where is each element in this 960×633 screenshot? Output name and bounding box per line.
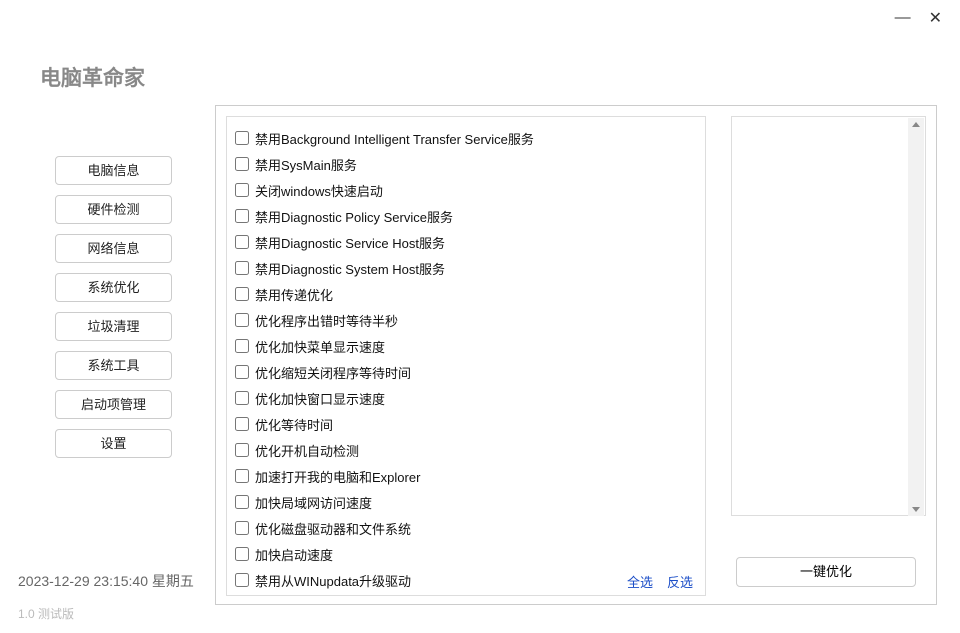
option-row: 优化等待时间 (235, 411, 697, 437)
main-panel: 禁用Background Intelligent Transfer Servic… (215, 105, 937, 605)
option-row: 禁用Diagnostic Service Host服务 (235, 229, 697, 255)
option-checkbox-6[interactable] (235, 287, 249, 301)
option-label: 禁用Diagnostic System Host服务 (255, 259, 445, 278)
option-row: 禁用Diagnostic Policy Service服务 (235, 203, 697, 229)
option-label: 禁用传递优化 (255, 285, 333, 304)
option-row: 禁用Background Intelligent Transfer Servic… (235, 125, 697, 151)
option-label: 加快启动速度 (255, 545, 333, 564)
option-label: 加速打开我的电脑和Explorer (255, 467, 420, 486)
datetime-label: 2023-12-29 23:15:40 星期五 (18, 571, 194, 591)
option-label: 禁用Diagnostic Policy Service服务 (255, 207, 453, 226)
sidebar-item-2[interactable]: 网络信息 (55, 234, 172, 263)
option-checkbox-17[interactable] (235, 573, 249, 587)
option-checkbox-9[interactable] (235, 365, 249, 379)
option-checkbox-15[interactable] (235, 521, 249, 535)
option-checkbox-8[interactable] (235, 339, 249, 353)
list-actions: 全选 反选 (627, 572, 693, 591)
option-checkbox-13[interactable] (235, 469, 249, 483)
option-label: 禁用Diagnostic Service Host服务 (255, 233, 445, 252)
option-row: 禁用Diagnostic System Host服务 (235, 255, 697, 281)
option-label: 优化开机自动检测 (255, 441, 359, 460)
option-label: 优化磁盘驱动器和文件系统 (255, 519, 411, 538)
option-checkbox-10[interactable] (235, 391, 249, 405)
sidebar: 电脑信息硬件检测网络信息系统优化垃圾清理系统工具启动项管理设置 (55, 156, 172, 458)
sidebar-item-6[interactable]: 启动项管理 (55, 390, 172, 419)
option-row: 优化程序出错时等待半秒 (235, 307, 697, 333)
option-checkbox-0[interactable] (235, 131, 249, 145)
option-label: 禁用SysMain服务 (255, 155, 357, 174)
optimize-button[interactable]: 一键优化 (736, 557, 916, 587)
option-label: 优化加快窗口显示速度 (255, 389, 385, 408)
option-row: 优化加快菜单显示速度 (235, 333, 697, 359)
option-checkbox-11[interactable] (235, 417, 249, 431)
option-label: 优化等待时间 (255, 415, 333, 434)
option-label: 禁用从WINupdata升级驱动 (255, 571, 411, 590)
option-label: 关闭windows快速启动 (255, 181, 383, 200)
option-row: 优化缩短关闭程序等待时间 (235, 359, 697, 385)
scrollbar[interactable] (908, 118, 924, 516)
sidebar-item-1[interactable]: 硬件检测 (55, 195, 172, 224)
invert-selection-link[interactable]: 反选 (667, 572, 693, 591)
option-row: 优化磁盘驱动器和文件系统 (235, 515, 697, 541)
version-label: 1.0 测试版 (18, 605, 74, 622)
option-checkbox-12[interactable] (235, 443, 249, 457)
sidebar-item-7[interactable]: 设置 (55, 429, 172, 458)
option-row: 加快局域网访问速度 (235, 489, 697, 515)
minimize-button[interactable]: — (895, 9, 911, 27)
option-checkbox-4[interactable] (235, 235, 249, 249)
app-title: 电脑革命家 (40, 62, 145, 92)
option-row: 关闭windows快速启动 (235, 177, 697, 203)
option-row: 禁用传递优化 (235, 281, 697, 307)
option-row: 优化开机自动检测 (235, 437, 697, 463)
option-checkbox-7[interactable] (235, 313, 249, 327)
option-label: 禁用Background Intelligent Transfer Servic… (255, 129, 534, 148)
option-checkbox-5[interactable] (235, 261, 249, 275)
option-row: 优化加快窗口显示速度 (235, 385, 697, 411)
option-label: 优化程序出错时等待半秒 (255, 311, 398, 330)
titlebar: — ✕ (895, 0, 960, 36)
options-list: 禁用Background Intelligent Transfer Servic… (226, 116, 706, 596)
option-row: 加快启动速度 (235, 541, 697, 567)
option-checkbox-16[interactable] (235, 547, 249, 561)
option-checkbox-1[interactable] (235, 157, 249, 171)
option-checkbox-3[interactable] (235, 209, 249, 223)
option-row: 禁用SysMain服务 (235, 151, 697, 177)
option-label: 优化加快菜单显示速度 (255, 337, 385, 356)
sidebar-item-5[interactable]: 系统工具 (55, 351, 172, 380)
sidebar-item-0[interactable]: 电脑信息 (55, 156, 172, 185)
option-checkbox-14[interactable] (235, 495, 249, 509)
sidebar-item-4[interactable]: 垃圾清理 (55, 312, 172, 341)
option-label: 优化缩短关闭程序等待时间 (255, 363, 411, 382)
option-label: 加快局域网访问速度 (255, 493, 372, 512)
option-checkbox-2[interactable] (235, 183, 249, 197)
sidebar-item-3[interactable]: 系统优化 (55, 273, 172, 302)
side-output-panel (731, 116, 926, 516)
select-all-link[interactable]: 全选 (627, 572, 653, 591)
close-button[interactable]: ✕ (929, 8, 942, 28)
option-row: 加速打开我的电脑和Explorer (235, 463, 697, 489)
